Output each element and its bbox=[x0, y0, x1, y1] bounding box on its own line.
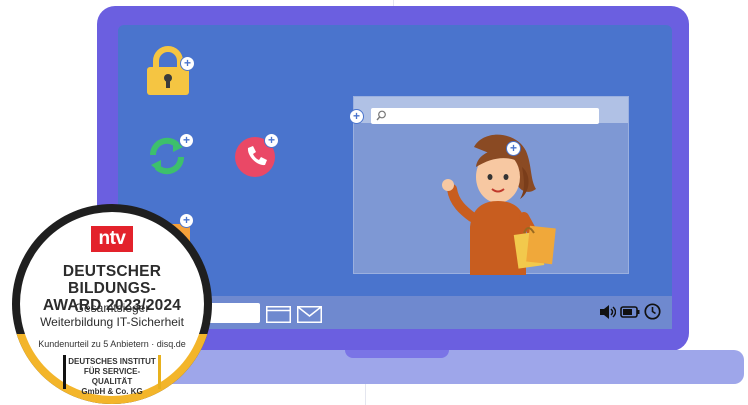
mail-icon[interactable] bbox=[297, 306, 322, 323]
award-subtitle: Gesamtsieger Weiterbildung IT-Sicherheit bbox=[20, 301, 204, 329]
institute-line2: FÜR SERVICE-QUALITÄT bbox=[83, 367, 141, 386]
shopping-woman-illustration bbox=[442, 134, 556, 275]
browser-window: + bbox=[353, 96, 629, 275]
add-phone-icon[interactable]: + bbox=[264, 133, 279, 148]
institute-line3: GmbH & Co. KG bbox=[81, 387, 143, 396]
institute-seal: DEUTSCHES INSTITUT FÜR SERVICE-QUALITÄT … bbox=[63, 355, 161, 396]
background-line bbox=[365, 384, 366, 405]
add-browser-icon[interactable]: + bbox=[349, 109, 364, 124]
award-subtitle-line1: Gesamtsieger bbox=[74, 301, 150, 315]
add-person-icon[interactable]: + bbox=[506, 141, 521, 156]
clock-icon[interactable] bbox=[644, 303, 661, 320]
lock-icon bbox=[147, 46, 189, 95]
window-icon[interactable] bbox=[266, 306, 291, 323]
browser-search-input[interactable] bbox=[371, 108, 599, 124]
add-lock-icon[interactable]: + bbox=[180, 56, 195, 71]
award-subtitle-line2: Weiterbildung IT-Sicherheit bbox=[40, 315, 184, 329]
search-icon bbox=[376, 110, 386, 121]
award-note: Kundenurteil zu 5 Anbietern · disq.de bbox=[38, 339, 186, 349]
laptop-hinge-notch bbox=[345, 350, 449, 358]
ntv-logo: ntv bbox=[91, 226, 133, 252]
laptop-base bbox=[152, 350, 744, 384]
award-title-line1: DEUTSCHER BILDUNGS- bbox=[62, 263, 162, 297]
add-sync-icon[interactable]: + bbox=[179, 133, 194, 148]
institute-line1: DEUTSCHES INSTITUT bbox=[68, 357, 156, 366]
add-folder-icon[interactable]: + bbox=[179, 213, 194, 228]
lock-desktop-icon[interactable] bbox=[145, 46, 191, 101]
battery-icon[interactable] bbox=[620, 306, 640, 318]
speaker-icon[interactable] bbox=[600, 305, 616, 319]
